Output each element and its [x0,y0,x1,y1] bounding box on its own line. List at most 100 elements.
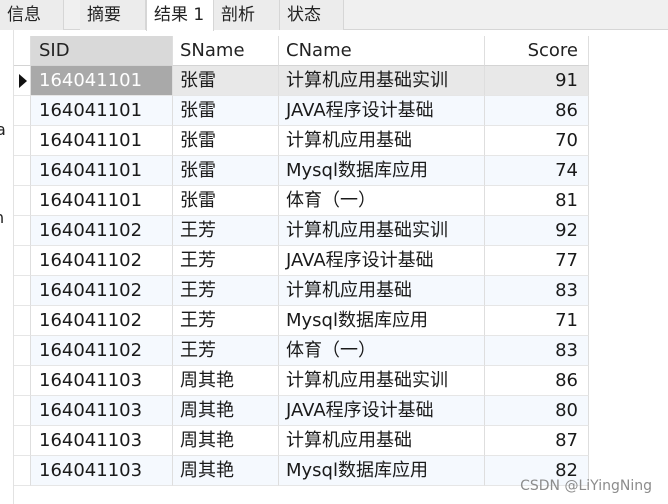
table-row[interactable]: 164041102 王芳 计算机应用基础实训 92 [14,216,589,246]
cell-score[interactable]: 80 [485,396,589,426]
row-indicator[interactable] [14,396,31,426]
cell-sname[interactable]: 周其艳 [173,396,279,426]
cell-sid[interactable]: 164041101 [31,186,173,216]
row-indicator[interactable] [14,336,31,366]
row-indicator[interactable] [14,126,31,156]
cell-sid[interactable]: 164041103 [31,396,173,426]
table-row[interactable]: 164041103 周其艳 计算机应用基础 87 [14,426,589,456]
tab-info[interactable]: 信息 [0,0,64,30]
cell-sname[interactable]: 张雷 [173,96,279,126]
cell-sid[interactable]: 164041102 [31,336,173,366]
watermark: CSDN @LiYingNing [520,478,652,494]
cell-sname[interactable]: 王芳 [173,336,279,366]
row-indicator[interactable] [14,366,31,396]
table-row[interactable]: 164041103 周其艳 Mysql数据库应用 82 [14,456,589,486]
cell-score[interactable]: 77 [485,246,589,276]
cell-sname[interactable]: 王芳 [173,216,279,246]
cell-score[interactable]: 92 [485,216,589,246]
result-grid[interactable]: SID SName CName Score 164041101 张雷 计算机应用基础… [14,36,589,486]
cell-sname[interactable]: 张雷 [173,186,279,216]
cell-score[interactable]: 86 [485,96,589,126]
cell-cname[interactable]: JAVA程序设计基础 [279,396,485,426]
cell-sid[interactable]: 164041103 [31,366,173,396]
table-row[interactable]: 164041102 王芳 计算机应用基础 83 [14,276,589,306]
cell-sname[interactable]: 王芳 [173,246,279,276]
cell-cname[interactable]: Mysql数据库应用 [279,156,485,186]
row-indicator-header [14,36,31,66]
row-indicator[interactable] [14,96,31,126]
tab-profile[interactable]: 剖析 [214,0,280,30]
row-indicator[interactable] [14,426,31,456]
left-pane-text: n [0,208,4,227]
row-indicator[interactable] [14,456,31,486]
cell-sname[interactable]: 周其艳 [173,426,279,456]
cell-sname[interactable]: 周其艳 [173,456,279,486]
grid-body: 164041101 张雷 计算机应用基础实训 91 164041101 张雷 JAVA程序设… [14,66,589,486]
cell-cname[interactable]: 计算机应用基础 [279,276,485,306]
cell-score[interactable]: 81 [485,186,589,216]
column-header-score[interactable]: Score [485,36,589,66]
cell-score[interactable]: 70 [485,126,589,156]
tab-summary[interactable]: 摘要 [80,0,146,30]
row-indicator[interactable] [14,186,31,216]
cell-sid[interactable]: 164041103 [31,456,173,486]
table-row[interactable]: 164041103 周其艳 JAVA程序设计基础 80 [14,396,589,426]
table-row[interactable]: 164041101 张雷 体育（一） 81 [14,186,589,216]
left-pane-edge: a n [0,30,14,504]
row-indicator[interactable] [14,306,31,336]
cell-score[interactable]: 83 [485,276,589,306]
cell-sid[interactable]: 164041101 [31,66,173,96]
row-indicator[interactable] [14,66,31,96]
cell-sid[interactable]: 164041101 [31,96,173,126]
cell-sid[interactable]: 164041101 [31,126,173,156]
current-row-arrow-icon [19,74,27,88]
cell-cname[interactable]: Mysql数据库应用 [279,306,485,336]
table-row[interactable]: 164041103 周其艳 计算机应用基础实训 86 [14,366,589,396]
cell-sid[interactable]: 164041102 [31,276,173,306]
cell-cname[interactable]: 计算机应用基础实训 [279,216,485,246]
column-header-cname[interactable]: CName [279,36,485,66]
cell-sid[interactable]: 164041102 [31,246,173,276]
cell-score[interactable]: 83 [485,336,589,366]
cell-score[interactable]: 86 [485,366,589,396]
cell-cname[interactable]: JAVA程序设计基础 [279,96,485,126]
table-row[interactable]: 164041102 王芳 Mysql数据库应用 71 [14,306,589,336]
cell-cname[interactable]: 计算机应用基础 [279,126,485,156]
cell-cname[interactable]: 计算机应用基础实训 [279,366,485,396]
row-indicator[interactable] [14,276,31,306]
cell-score[interactable]: 91 [485,66,589,96]
table-row[interactable]: 164041101 张雷 计算机应用基础实训 91 [14,66,589,96]
cell-sid[interactable]: 164041102 [31,216,173,246]
cell-score[interactable]: 74 [485,156,589,186]
table-row[interactable]: 164041101 张雷 Mysql数据库应用 74 [14,156,589,186]
cell-sname[interactable]: 张雷 [173,126,279,156]
row-indicator[interactable] [14,156,31,186]
column-header-sname[interactable]: SName [173,36,279,66]
cell-cname[interactable]: 体育（一） [279,186,485,216]
row-indicator[interactable] [14,216,31,246]
table-row[interactable]: 164041101 张雷 计算机应用基础 70 [14,126,589,156]
cell-cname[interactable]: 体育（一） [279,336,485,366]
cell-score[interactable]: 87 [485,426,589,456]
tab-status[interactable]: 状态 [280,0,344,30]
cell-cname[interactable]: Mysql数据库应用 [279,456,485,486]
row-indicator[interactable] [14,246,31,276]
cell-sname[interactable]: 张雷 [173,156,279,186]
cell-sname[interactable]: 王芳 [173,306,279,336]
column-header-sid[interactable]: SID [31,36,173,66]
cell-score[interactable]: 71 [485,306,589,336]
cell-sname[interactable]: 王芳 [173,276,279,306]
cell-cname[interactable]: 计算机应用基础 [279,426,485,456]
table-row[interactable]: 164041102 王芳 体育（一） 83 [14,336,589,366]
cell-sname[interactable]: 张雷 [173,66,279,96]
cell-sid[interactable]: 164041103 [31,426,173,456]
result-tab-bar: 信息 摘要 结果 1 剖析 状态 [0,0,668,31]
cell-sid[interactable]: 164041102 [31,306,173,336]
cell-cname[interactable]: JAVA程序设计基础 [279,246,485,276]
cell-sname[interactable]: 周其艳 [173,366,279,396]
cell-sid[interactable]: 164041101 [31,156,173,186]
table-row[interactable]: 164041102 王芳 JAVA程序设计基础 77 [14,246,589,276]
cell-cname[interactable]: 计算机应用基础实训 [279,66,485,96]
table-row[interactable]: 164041101 张雷 JAVA程序设计基础 86 [14,96,589,126]
tab-result-1[interactable]: 结果 1 [146,0,214,31]
